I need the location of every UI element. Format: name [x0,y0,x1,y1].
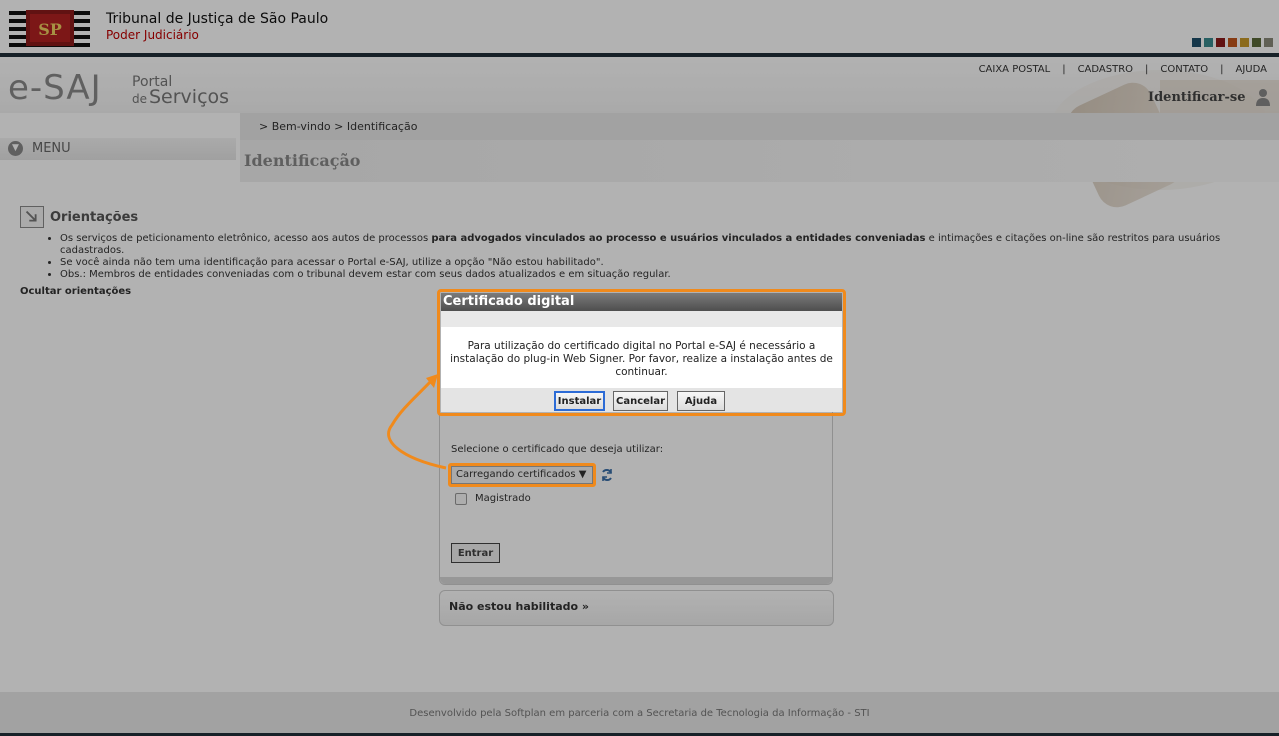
dialog-title: Certificado digital [443,294,575,309]
certificate-select-highlight [448,463,596,487]
install-button[interactable]: Instalar [554,391,605,411]
dialog-subbar [441,311,842,327]
dialog-message: Para utilização do certificado digital n… [450,340,833,378]
help-button[interactable]: Ajuda [677,391,725,411]
cancel-button[interactable]: Cancelar [613,391,668,411]
certificate-dialog: Certificado digital Para utilização do c… [441,293,842,412]
